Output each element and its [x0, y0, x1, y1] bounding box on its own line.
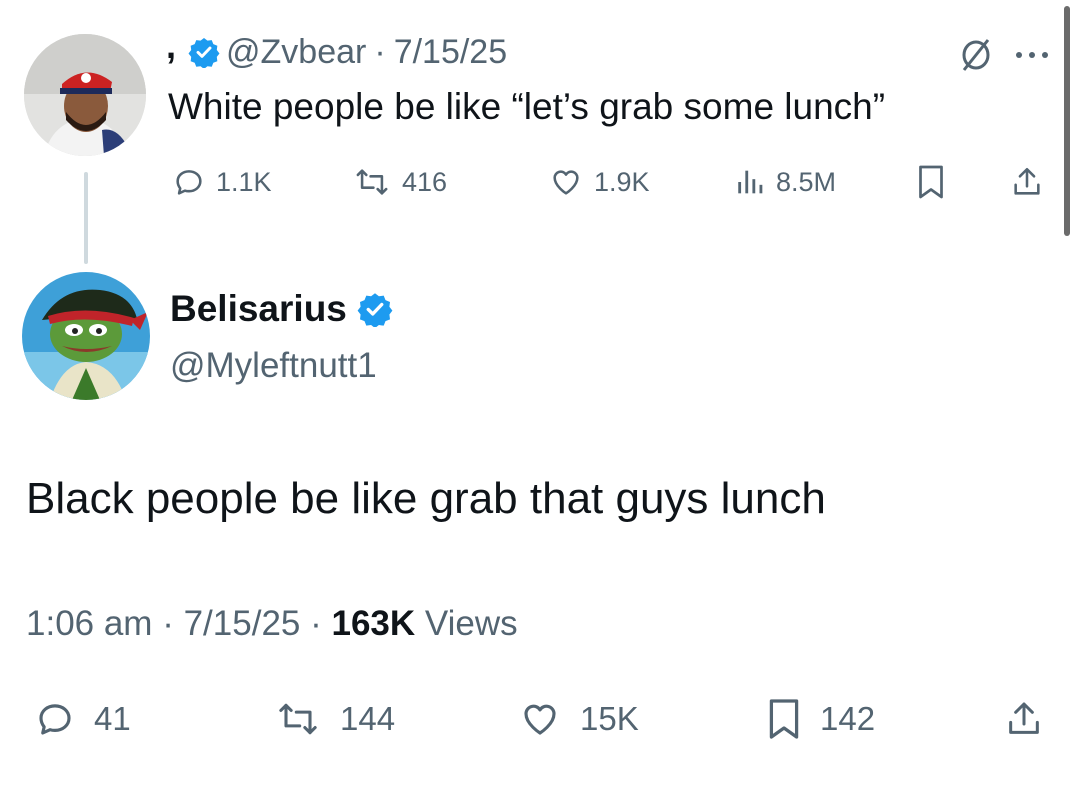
like-icon [553, 170, 579, 195]
separator-dot: · [310, 604, 332, 643]
repost-button[interactable]: 416 [352, 162, 447, 202]
bookmark-icon [769, 699, 799, 739]
share-button[interactable] [1004, 694, 1062, 744]
views-count: 163K [331, 604, 416, 643]
like-button[interactable]: 15K [518, 694, 639, 744]
views-label: Views [424, 604, 518, 643]
bookmark-button[interactable]: 142 [766, 694, 875, 744]
parent-date[interactable]: 7/15/25 [394, 33, 507, 72]
main-display-name[interactable]: Belisarius [170, 288, 347, 330]
reply-icon [176, 170, 202, 195]
main-tweet-text: Black people be like grab that guys lunc… [26, 474, 826, 523]
views-button[interactable]: 8.5M [736, 162, 836, 202]
like-count: 15K [580, 700, 639, 737]
bookmark-button[interactable] [916, 162, 956, 202]
avatar-main[interactable] [22, 272, 150, 400]
reply-count: 1.1K [216, 166, 272, 197]
repost-count: 144 [340, 700, 396, 737]
avatar-parent[interactable] [24, 34, 146, 156]
parent-tweet-text: White people be like “let’s grab some lu… [168, 86, 886, 127]
views-icon [738, 170, 763, 194]
reply-icon [39, 704, 71, 735]
share-icon [1009, 702, 1039, 734]
thread-line [84, 172, 88, 264]
views-count: 8.5M [776, 166, 837, 197]
share-icon [1014, 167, 1040, 195]
reply-count: 41 [94, 700, 131, 737]
tweet-time[interactable]: 1:06 am [26, 604, 152, 643]
tweet-date[interactable]: 7/15/25 [184, 604, 301, 643]
like-button[interactable]: 1.9K [548, 162, 650, 202]
reply-button[interactable]: 41 [34, 694, 131, 744]
bookmark-count: 142 [820, 700, 876, 737]
more-icon[interactable] [1014, 48, 1050, 66]
bookmark-icon [919, 165, 943, 199]
main-author-name-row: Belisarius [170, 288, 393, 330]
parent-handle[interactable]: @Zvbear [226, 33, 366, 72]
main-handle[interactable]: @Myleftnutt1 [170, 346, 377, 386]
repost-icon [356, 169, 388, 195]
grok-icon[interactable] [958, 34, 994, 79]
scrollbar[interactable] [1064, 6, 1070, 236]
parent-display-name[interactable]: , [166, 28, 176, 64]
repost-count: 416 [402, 166, 448, 197]
like-icon [524, 704, 556, 735]
parent-header: , @Zvbear · 7/15/25 [166, 28, 507, 74]
separator-dot: · [374, 32, 386, 71]
like-count: 1.9K [594, 166, 650, 197]
separator-dot: · [162, 604, 184, 643]
verified-badge-icon [357, 291, 393, 327]
repost-icon [279, 703, 317, 735]
reply-button[interactable]: 1.1K [172, 162, 272, 202]
tweet-meta: 1:06 am · 7/15/25 · 163K Views [26, 604, 518, 644]
share-button[interactable] [1010, 162, 1054, 202]
verified-badge-icon [188, 36, 220, 68]
repost-button[interactable]: 144 [274, 694, 395, 744]
